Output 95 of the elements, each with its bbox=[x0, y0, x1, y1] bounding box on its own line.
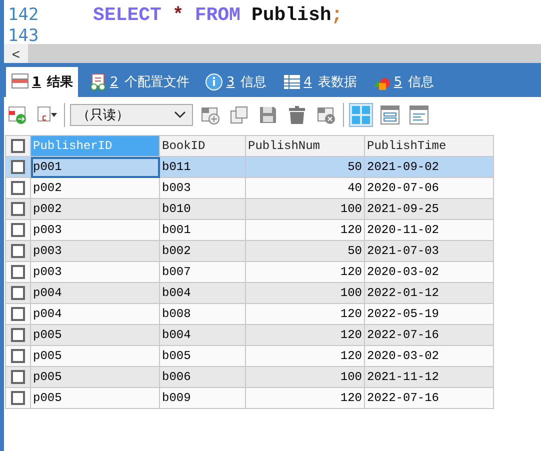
table-cell: 2020-03-02 bbox=[364, 346, 494, 366]
column-header[interactable]: PublishTime bbox=[364, 136, 494, 156]
table-cell: 120 bbox=[246, 304, 364, 324]
table-cell: p003 bbox=[30, 262, 160, 282]
form-view-icon bbox=[380, 104, 400, 124]
table-cell: 2022-07-16 bbox=[364, 324, 494, 346]
table-cell: b007 bbox=[160, 262, 246, 282]
table-cell: 2021-07-03 bbox=[364, 240, 494, 262]
grid-dropdown-icon bbox=[37, 104, 57, 124]
table-cell: p004 bbox=[30, 282, 160, 304]
save-icon bbox=[258, 104, 278, 124]
select-all-checkbox[interactable] bbox=[11, 138, 25, 153]
result-tab[interactable]: 1 结果 bbox=[6, 67, 78, 97]
table-cell: 2020-03-02 bbox=[364, 262, 494, 282]
table-cell: b002 bbox=[160, 240, 246, 262]
row-checkbox[interactable] bbox=[11, 390, 25, 405]
table-name: Publish bbox=[251, 5, 332, 26]
table-cell: 120 bbox=[246, 220, 364, 240]
table-cell: p003 bbox=[30, 240, 160, 262]
text-view-icon bbox=[409, 104, 429, 124]
list-glasses-icon bbox=[89, 73, 108, 91]
column-header[interactable]: BookID bbox=[160, 136, 246, 156]
table-cell: 2020-07-06 bbox=[364, 178, 494, 198]
add-record-icon bbox=[200, 104, 220, 124]
table-cell: 100 bbox=[246, 366, 364, 388]
grid-icon bbox=[11, 73, 29, 91]
chevron-down-icon bbox=[174, 110, 186, 118]
form-view-button[interactable] bbox=[378, 102, 402, 126]
table-cell: p001 bbox=[30, 156, 160, 178]
result-tab[interactable]: 2 个配置文件 bbox=[84, 67, 194, 97]
table-cell: b008 bbox=[160, 304, 246, 324]
table-cell: 50 bbox=[246, 156, 364, 178]
sql-keyword: SELECT bbox=[93, 5, 162, 26]
table-cell: 2021-09-25 bbox=[364, 198, 494, 220]
delete-icon bbox=[287, 104, 307, 124]
row-checkbox[interactable] bbox=[11, 348, 25, 363]
line-number: 143 bbox=[8, 26, 40, 44]
row-checkbox[interactable] bbox=[11, 222, 25, 237]
table-cell: p005 bbox=[30, 346, 160, 366]
table-cell: p005 bbox=[30, 388, 160, 408]
table-cell: 50 bbox=[246, 240, 364, 262]
grid-view-icon bbox=[351, 104, 371, 124]
table-cell: p005 bbox=[30, 366, 160, 388]
duplicate-icon bbox=[229, 104, 249, 124]
semicolon: ; bbox=[331, 5, 343, 26]
table-cell: b011 bbox=[160, 156, 246, 178]
table-cell: 100 bbox=[246, 282, 364, 304]
sql-operator: * bbox=[172, 5, 184, 26]
row-checkbox[interactable] bbox=[11, 202, 25, 216]
table-cell: 2022-07-16 bbox=[364, 388, 494, 408]
table-cell: 120 bbox=[246, 388, 364, 408]
row-checkbox[interactable] bbox=[11, 306, 25, 321]
table-cell: 2022-05-19 bbox=[364, 304, 494, 324]
table-cell: b005 bbox=[160, 346, 246, 366]
table-cell: p002 bbox=[30, 178, 160, 198]
column-header[interactable]: PublishNum bbox=[246, 136, 364, 156]
table-cell: b009 bbox=[160, 388, 246, 408]
table-cell: 2020-11-02 bbox=[364, 220, 494, 240]
result-tab[interactable]: 3 信息 bbox=[200, 67, 272, 97]
table-cell: 120 bbox=[246, 346, 364, 366]
row-checkbox[interactable] bbox=[11, 328, 25, 342]
text-view-button[interactable] bbox=[407, 102, 431, 126]
scroll-left-button[interactable]: < bbox=[4, 44, 28, 63]
table-icon bbox=[282, 73, 301, 91]
table-cell: b006 bbox=[160, 366, 246, 388]
table-cell: b004 bbox=[160, 282, 246, 304]
discard-icon bbox=[316, 104, 336, 124]
table-cell: 120 bbox=[246, 324, 364, 346]
new-row-icon bbox=[8, 104, 28, 124]
row-checkbox[interactable] bbox=[11, 160, 25, 174]
table-cell: 2022-01-12 bbox=[364, 282, 494, 304]
mode-dropdown[interactable]: （只读） bbox=[70, 104, 193, 126]
row-checkbox[interactable] bbox=[11, 180, 25, 195]
line-number: 142 bbox=[8, 5, 40, 26]
table-cell: b010 bbox=[160, 198, 246, 220]
result-tab[interactable]: 4 表数据 bbox=[278, 67, 362, 97]
row-checkbox[interactable] bbox=[11, 264, 25, 279]
row-checkbox[interactable] bbox=[11, 286, 25, 300]
table-cell: p003 bbox=[30, 220, 160, 240]
table-cell: p004 bbox=[30, 304, 160, 324]
table-cell: b003 bbox=[160, 178, 246, 198]
table-cell: p002 bbox=[30, 198, 160, 220]
row-checkbox[interactable] bbox=[11, 244, 25, 258]
table-cell: 40 bbox=[246, 178, 364, 198]
result-tab[interactable]: 5 信息 bbox=[368, 67, 440, 97]
table-cell: 2021-11-12 bbox=[364, 366, 494, 388]
sql-keyword: FROM bbox=[194, 5, 240, 26]
table-cell: 120 bbox=[246, 262, 364, 282]
table-cell: p005 bbox=[30, 324, 160, 346]
info-icon bbox=[205, 73, 224, 91]
table-cell: b001 bbox=[160, 220, 246, 240]
table-cell: b004 bbox=[160, 324, 246, 346]
row-checkbox[interactable] bbox=[11, 370, 25, 384]
table-cell: 2021-09-02 bbox=[364, 156, 494, 178]
table-cell: 100 bbox=[246, 198, 364, 220]
